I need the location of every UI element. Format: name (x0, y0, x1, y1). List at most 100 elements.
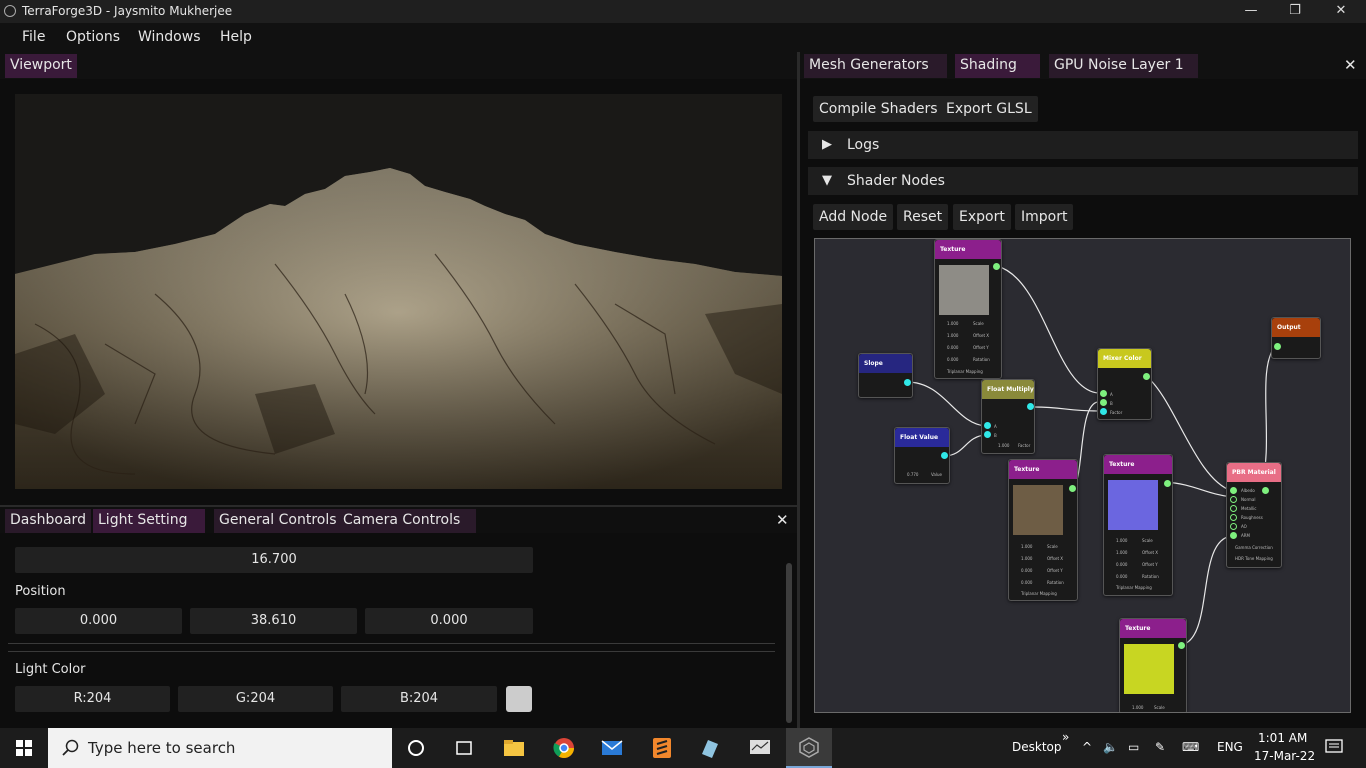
clock-time[interactable]: 1:01 AM (1258, 731, 1307, 745)
triplanar-checkbox[interactable]: Triplanar Mapping (1116, 585, 1152, 590)
desktop-toolbar-label[interactable]: Desktop (1012, 740, 1062, 754)
input-pin-a[interactable] (984, 422, 991, 429)
light-color-swatch[interactable] (506, 686, 532, 712)
output-pin[interactable] (904, 379, 911, 386)
logs-section-header[interactable]: ▶ Logs (808, 131, 1358, 159)
windows-start-icon[interactable] (16, 740, 32, 756)
close-window-button[interactable]: ✕ (1318, 0, 1364, 23)
float-multiply-node[interactable]: Float Multiply A B 1.000 Factor (981, 379, 1035, 454)
triplanar-checkbox[interactable]: Triplanar Mapping (947, 369, 983, 374)
output-pin[interactable] (1164, 480, 1171, 487)
menu-options[interactable]: Options (66, 29, 120, 45)
input-pin-metallic[interactable] (1230, 505, 1237, 512)
pbr-material-node[interactable]: PBR Material Albedo Normal Metallic Roug… (1226, 462, 1282, 568)
offset-y-value[interactable]: 0.000 (1021, 568, 1032, 573)
close-dashboard-icon[interactable]: ✕ (776, 511, 789, 529)
node-editor-canvas[interactable]: Texture 1.000 Scale 1.000 Offset X 0.000… (814, 238, 1351, 713)
input-pin-b[interactable] (1100, 399, 1107, 406)
tab-gpu-noise-layer[interactable]: GPU Noise Layer 1 (1049, 54, 1198, 78)
tab-viewport[interactable]: Viewport (5, 54, 77, 78)
reset-button[interactable]: Reset (897, 204, 949, 230)
terraforge-taskbar-button[interactable] (786, 728, 832, 768)
terrain-viewport-canvas[interactable] (15, 94, 782, 489)
output-pin[interactable] (993, 263, 1000, 270)
volume-icon[interactable]: 🔈 (1103, 740, 1118, 754)
input-pin-normal[interactable] (1230, 496, 1237, 503)
scale-value[interactable]: 1.000 (1116, 538, 1127, 543)
factor-value[interactable]: 1.000 (998, 443, 1009, 448)
scale-value[interactable]: 1.000 (947, 321, 958, 326)
pen-icon[interactable]: ✎ (1155, 740, 1165, 754)
import-button[interactable]: Import (1015, 204, 1074, 230)
texture-node[interactable]: Texture 1.000 Scale 1.000 Offset X 0.000… (1008, 459, 1078, 601)
output-pin[interactable] (1027, 403, 1034, 410)
input-pin-factor[interactable] (1100, 408, 1107, 415)
tab-camera-controls[interactable]: Camera Controls (338, 509, 476, 533)
cortana-icon[interactable] (404, 736, 428, 760)
offset-x-value[interactable]: 1.000 (1116, 550, 1127, 555)
position-x-field[interactable]: 0.000 (15, 608, 182, 634)
tab-shading[interactable]: Shading (955, 54, 1040, 78)
light-color-g-field[interactable]: G:204 (178, 686, 333, 712)
offset-y-value[interactable]: 0.000 (1116, 562, 1127, 567)
notifications-icon[interactable] (1325, 738, 1343, 759)
maximize-button[interactable]: ❐ (1272, 0, 1318, 23)
input-pin-arm[interactable] (1230, 532, 1237, 539)
compile-shaders-button[interactable]: Compile Shaders (813, 96, 944, 122)
offset-y-value[interactable]: 0.000 (947, 345, 958, 350)
output-pin[interactable] (1143, 373, 1150, 380)
texture-node[interactable]: Texture 1.000 Scale 1.000 Offset X 0.000… (1103, 454, 1173, 596)
tab-light-setting[interactable]: Light Setting (93, 509, 205, 533)
input-pin-a[interactable] (1100, 390, 1107, 397)
texture-node[interactable]: Texture 1.000 Scale (1119, 618, 1187, 712)
input-pin-roughness[interactable] (1230, 514, 1237, 521)
output-pin[interactable] (941, 452, 948, 459)
export-glsl-button[interactable]: Export GLSL (940, 96, 1038, 122)
rotation-value[interactable]: 0.000 (1116, 574, 1127, 579)
offset-x-value[interactable]: 1.000 (1021, 556, 1032, 561)
keyboard-icon[interactable]: ⌨ (1182, 740, 1199, 754)
output-node[interactable]: Output (1271, 317, 1321, 359)
export-button[interactable]: Export (953, 204, 1011, 230)
close-right-panel-icon[interactable]: ✕ (1344, 56, 1357, 74)
position-y-field[interactable]: 38.610 (190, 608, 357, 634)
tab-dashboard[interactable]: Dashboard (5, 509, 91, 533)
slope-node[interactable]: Slope (858, 353, 913, 398)
rotation-value[interactable]: 0.000 (1021, 580, 1032, 585)
clock-date[interactable]: 17-Mar-22 (1254, 749, 1315, 763)
triplanar-checkbox[interactable]: Triplanar Mapping (1021, 591, 1057, 596)
scrollbar[interactable] (786, 563, 792, 723)
tab-general-controls[interactable]: General Controls (214, 509, 342, 533)
light-color-r-field[interactable]: R:204 (15, 686, 170, 712)
language-indicator[interactable]: ENG (1217, 740, 1243, 754)
chevron-icon[interactable]: » (1062, 730, 1069, 744)
output-pin[interactable] (1069, 485, 1076, 492)
float-value-node[interactable]: Float Value 0.770 Value (894, 427, 950, 484)
light-strength-field[interactable]: 16.700 (15, 547, 533, 573)
scale-value[interactable]: 1.000 (1132, 705, 1143, 710)
minimize-button[interactable]: — (1228, 0, 1274, 23)
chrome-icon[interactable] (552, 736, 576, 760)
mail-icon[interactable] (600, 736, 624, 760)
task-view-icon[interactable] (452, 736, 476, 760)
show-hidden-icons-icon[interactable]: ^ (1082, 740, 1092, 754)
monitor-icon[interactable] (748, 736, 772, 760)
sublime-text-icon[interactable] (650, 736, 674, 760)
shader-nodes-section-header[interactable]: ▼ Shader Nodes (808, 167, 1358, 195)
input-pin[interactable] (1274, 343, 1281, 350)
taskbar-search-box[interactable]: Type here to search (48, 728, 392, 768)
menu-windows[interactable]: Windows (138, 29, 201, 45)
float-value-input[interactable]: 0.770 (907, 472, 918, 477)
input-pin-ao[interactable] (1230, 523, 1237, 530)
output-pin[interactable] (1178, 642, 1185, 649)
mixer-color-node[interactable]: Mixer Color A B Factor (1097, 348, 1152, 420)
tab-mesh-generators[interactable]: Mesh Generators (804, 54, 947, 78)
scale-value[interactable]: 1.000 (1021, 544, 1032, 549)
add-node-button[interactable]: Add Node (813, 204, 894, 230)
light-color-b-field[interactable]: B:204 (341, 686, 497, 712)
input-pin-b[interactable] (984, 431, 991, 438)
hdr-tone-mapping-checkbox[interactable]: HDR Tone Mapping (1235, 556, 1273, 561)
gamma-correction-checkbox[interactable]: Gamma Correction (1235, 545, 1273, 550)
network-icon[interactable]: ▭ (1128, 740, 1139, 754)
output-pin[interactable] (1262, 487, 1269, 494)
